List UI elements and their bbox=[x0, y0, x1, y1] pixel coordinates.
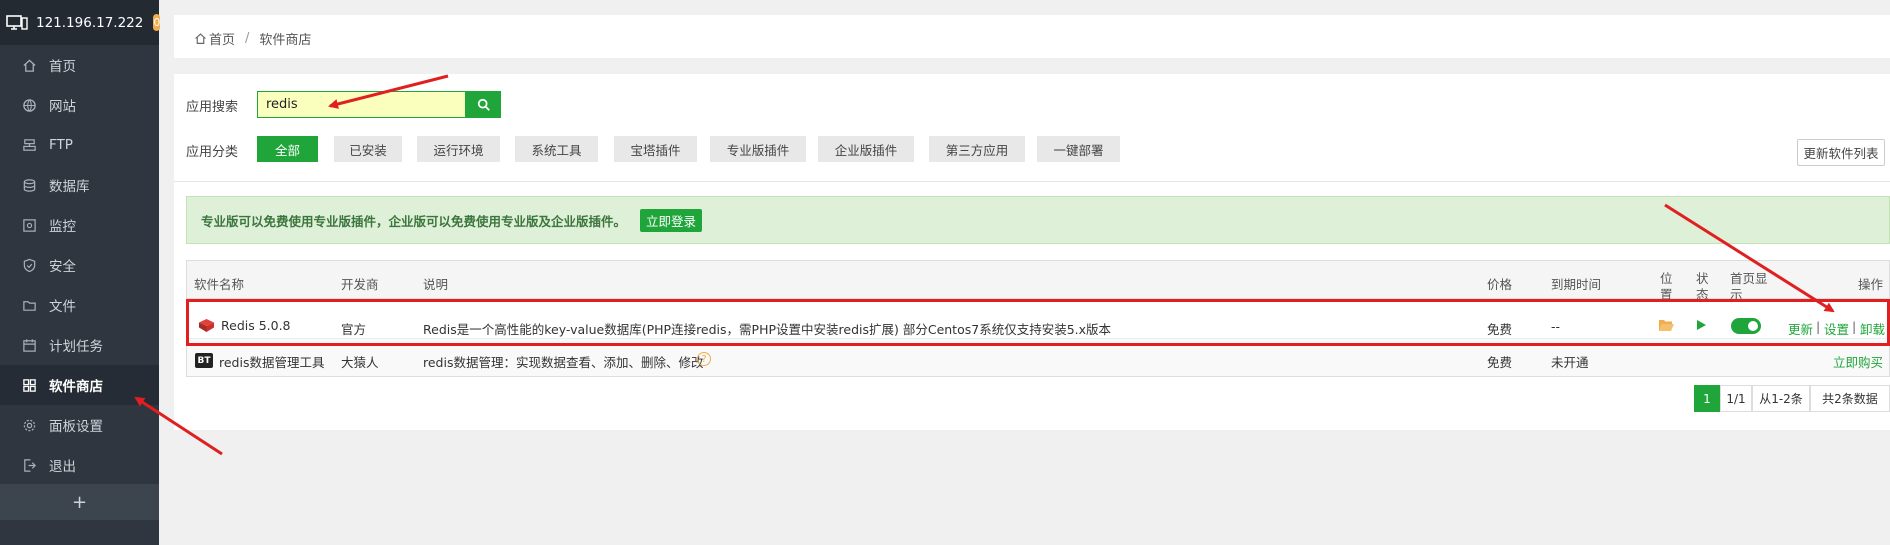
sidebar-item-label: 首页 bbox=[49, 59, 76, 75]
column-header-name: 软件名称 bbox=[194, 277, 245, 292]
database-icon bbox=[23, 178, 36, 192]
category-third-party[interactable]: 第三方应用 bbox=[929, 136, 1025, 162]
search-label: 应用搜索 bbox=[186, 100, 239, 115]
category-system-tools[interactable]: 系统工具 bbox=[515, 136, 598, 162]
pagination-pages: 1/1 bbox=[1720, 385, 1752, 412]
page: 121.196.17.222 0 首页 网站 FTP 数据库 监控 安全 文件 … bbox=[0, 0, 1890, 545]
category-bt-plugins[interactable]: 宝塔插件 bbox=[614, 136, 697, 162]
breadcrumb-separator: / bbox=[245, 31, 250, 46]
column-header-expire: 到期时间 bbox=[1551, 277, 1602, 292]
row-name: redis数据管理工具 bbox=[219, 355, 325, 370]
breadcrumb-panel: 首页 / 软件商店 bbox=[174, 15, 1890, 58]
column-header-description: 说明 bbox=[423, 277, 449, 292]
sidebar-item-database[interactable]: 数据库 bbox=[0, 165, 159, 205]
notice-text: 专业版可以免费使用专业版插件，企业版可以免费使用专业版及企业版插件。 bbox=[201, 213, 627, 229]
sidebar-item-label: 面板设置 bbox=[49, 419, 103, 435]
shield-icon bbox=[23, 258, 36, 272]
login-button[interactable]: 立即登录 bbox=[640, 208, 703, 232]
sidebar-item-files[interactable]: 文件 bbox=[0, 285, 159, 325]
search-button[interactable] bbox=[466, 91, 501, 118]
sidebar-item-home[interactable]: 首页 bbox=[0, 45, 159, 85]
sidebar-item-label: 软件商店 bbox=[49, 379, 103, 395]
folder-icon bbox=[23, 300, 36, 311]
row-expire: 未开通 bbox=[1551, 355, 1589, 370]
globe-icon bbox=[23, 98, 36, 112]
sidebar-item-label: 数据库 bbox=[49, 179, 90, 195]
row-developer: 大猿人 bbox=[341, 355, 379, 370]
sidebar-item-panel-settings[interactable]: 面板设置 bbox=[0, 405, 159, 445]
column-header-operations: 操作 bbox=[1858, 277, 1884, 292]
buy-now-link[interactable]: 立即购买 bbox=[1833, 352, 1883, 371]
pro-notice: 专业版可以免费使用专业版插件，企业版可以免费使用专业版及企业版插件。 立即登录 bbox=[186, 196, 1890, 244]
row-description: redis数据管理：实现数据查看、添加、删除、修改 bbox=[423, 355, 704, 370]
monitor-icon bbox=[6, 14, 28, 30]
divider bbox=[174, 181, 1890, 182]
sidebar: 121.196.17.222 0 首页 网站 FTP 数据库 监控 安全 文件 … bbox=[0, 0, 161, 545]
column-header-price: 价格 bbox=[1487, 277, 1513, 292]
logout-icon bbox=[24, 458, 36, 472]
sidebar-item-label: 安全 bbox=[49, 259, 76, 275]
sidebar-item-label: 监控 bbox=[49, 219, 76, 235]
pagination-total: 共2条数据 bbox=[1810, 385, 1890, 412]
grid-icon bbox=[23, 378, 36, 392]
column-header-developer: 开发商 bbox=[341, 277, 379, 292]
search-icon bbox=[477, 98, 490, 111]
category-all[interactable]: 全部 bbox=[257, 136, 318, 162]
calendar-icon bbox=[23, 338, 36, 352]
sidebar-item-cron[interactable]: 计划任务 bbox=[0, 325, 159, 365]
server-ip: 121.196.17.222 bbox=[36, 14, 144, 31]
sidebar-item-label: 文件 bbox=[49, 299, 76, 315]
home-icon bbox=[23, 58, 36, 72]
sidebar-item-monitor[interactable]: 监控 bbox=[0, 205, 159, 245]
refresh-list-button[interactable]: 更新软件列表 bbox=[1797, 139, 1885, 166]
sidebar-item-label: 退出 bbox=[49, 459, 76, 475]
sidebar-item-ftp[interactable]: FTP bbox=[0, 125, 159, 165]
add-shortcut-button[interactable]: + bbox=[0, 484, 159, 520]
server-header: 121.196.17.222 0 bbox=[0, 0, 161, 45]
sidebar-item-label: 计划任务 bbox=[49, 339, 103, 355]
sidebar-item-label: FTP bbox=[49, 137, 73, 153]
ftp-icon bbox=[23, 138, 36, 151]
row-price: 免费 bbox=[1487, 355, 1513, 370]
sidebar-item-software-store[interactable]: 软件商店 bbox=[0, 365, 159, 405]
highlight-box bbox=[186, 299, 1890, 346]
monitor-chart-icon bbox=[23, 218, 36, 232]
breadcrumb-current: 软件商店 bbox=[259, 33, 312, 48]
sidebar-item-website[interactable]: 网站 bbox=[0, 85, 159, 125]
category-label: 应用分类 bbox=[186, 145, 239, 160]
category-enterprise-plugins[interactable]: 企业版插件 bbox=[818, 136, 914, 162]
category-pro-plugins[interactable]: 专业版插件 bbox=[710, 136, 806, 162]
sidebar-item-security[interactable]: 安全 bbox=[0, 245, 159, 285]
help-icon[interactable]: ? bbox=[697, 352, 711, 366]
breadcrumb-home-link[interactable]: 首页 bbox=[209, 29, 235, 48]
pagination-range: 从1-2条 bbox=[1752, 385, 1810, 412]
sidebar-item-logout[interactable]: 退出 bbox=[0, 445, 159, 485]
category-installed[interactable]: 已安装 bbox=[334, 136, 402, 162]
home-icon bbox=[195, 33, 206, 44]
notification-badge[interactable]: 0 bbox=[153, 14, 161, 31]
bt-logo-icon: BT bbox=[195, 353, 213, 368]
category-one-click-deploy[interactable]: 一键部署 bbox=[1037, 136, 1120, 162]
sidebar-item-label: 网站 bbox=[49, 99, 76, 115]
category-runtime[interactable]: 运行环境 bbox=[417, 136, 500, 162]
pagination-current-page[interactable]: 1 bbox=[1694, 385, 1720, 412]
gear-icon bbox=[23, 419, 36, 431]
search-input[interactable] bbox=[257, 91, 466, 118]
breadcrumb: 首页 / 软件商店 bbox=[194, 29, 311, 48]
